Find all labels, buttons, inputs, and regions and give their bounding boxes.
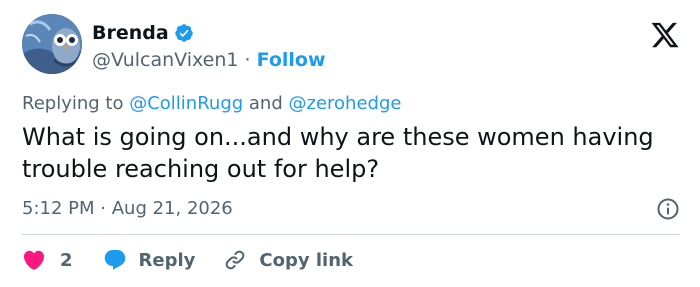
reply-connector: and: [248, 93, 283, 114]
reply-context: Replying to @CollinRugg and @zerohedge: [22, 93, 401, 115]
like-button[interactable]: 2: [22, 248, 73, 272]
mention-link[interactable]: @CollinRugg: [129, 93, 243, 114]
author-handle[interactable]: @VulcanVixen1: [92, 49, 239, 71]
copy-link-button[interactable]: Copy link: [223, 248, 353, 272]
tweet-actions: 2 Reply Copy link: [22, 248, 353, 272]
x-logo-icon[interactable]: [650, 20, 680, 50]
tweet-date[interactable]: Aug 21, 2026: [112, 198, 233, 219]
handle-separator: ·: [244, 49, 251, 71]
reply-bubble-icon: [104, 250, 125, 270]
reply-button[interactable]: Reply: [103, 248, 196, 272]
verified-badge-icon: [174, 24, 193, 42]
timestamp-separator: ·: [100, 198, 106, 219]
heart-icon: [23, 250, 45, 270]
tweet-time[interactable]: 5:12 PM: [22, 198, 95, 219]
like-count: 2: [60, 249, 73, 271]
copy-link-label: Copy link: [259, 249, 353, 271]
author-name[interactable]: Brenda: [92, 22, 169, 44]
avatar[interactable]: [22, 14, 82, 74]
reply-prefix: Replying to: [22, 93, 124, 114]
owl-avatar-image: [22, 14, 82, 74]
follow-button[interactable]: Follow: [257, 49, 326, 71]
link-icon: [226, 250, 245, 270]
author-name-row[interactable]: Brenda: [92, 22, 194, 44]
tweet-timestamp[interactable]: 5:12 PM · Aug 21, 2026: [22, 198, 233, 220]
handle-row: @VulcanVixen1 · Follow: [92, 49, 326, 71]
mention-link[interactable]: @zerohedge: [289, 93, 402, 114]
info-icon[interactable]: [656, 197, 680, 221]
reply-label: Reply: [138, 249, 196, 271]
divider: [22, 234, 680, 235]
tweet-text: What is going on...and why are these wom…: [22, 123, 654, 183]
